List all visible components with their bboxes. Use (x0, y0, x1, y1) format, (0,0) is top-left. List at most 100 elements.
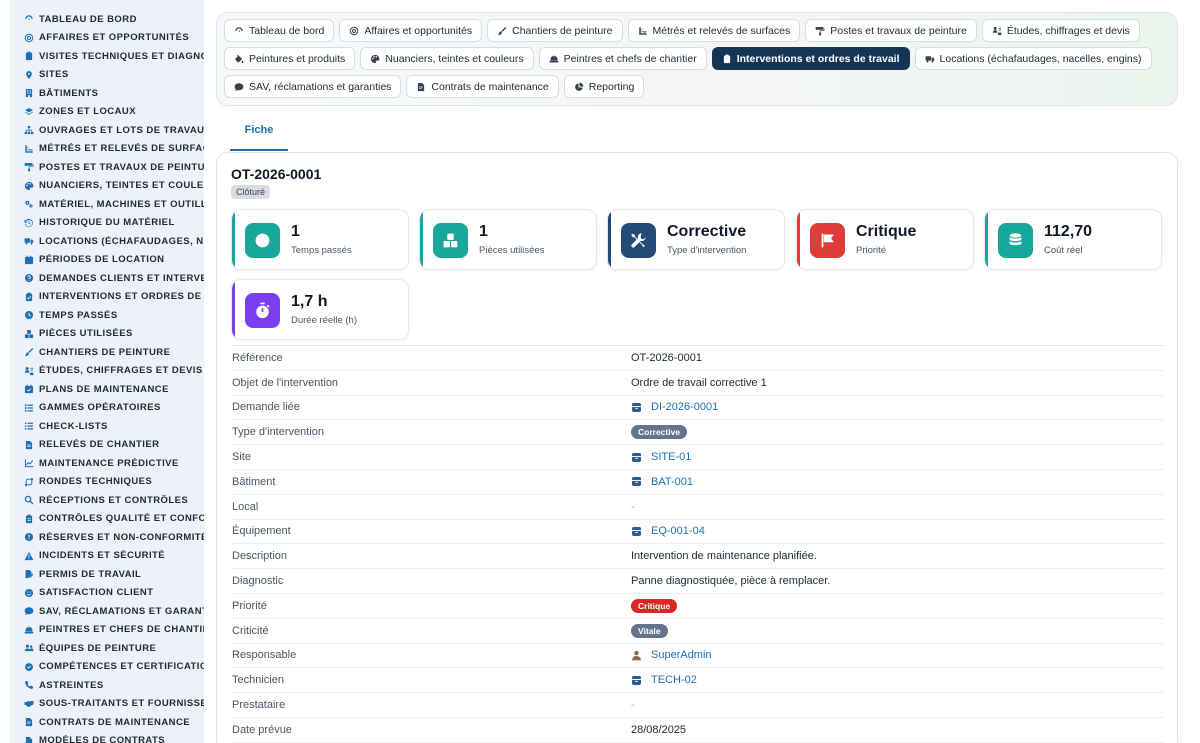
module-tab-7[interactable]: Peintures et produits (224, 47, 356, 70)
sidebar-item-33[interactable]: SAV, RÉCLAMATIONS ET GARANTIES (10, 602, 204, 621)
sidebar-item-35[interactable]: ÉQUIPES DE PEINTURE (10, 639, 204, 658)
detail-link[interactable]: SuperAdmin (631, 649, 712, 661)
sidebar-item-39[interactable]: CONTRATS DE MAINTENANCE (10, 713, 204, 732)
stat-card-2[interactable]: 1 Pièces utilisées (419, 209, 597, 270)
sidebar-item-37[interactable]: ASTREINTES (10, 676, 204, 695)
paint-brush-icon (24, 347, 34, 357)
detail-link[interactable]: EQ-001-04 (631, 525, 705, 537)
sidebar-item-17[interactable]: TEMPS PASSÉS (10, 306, 204, 325)
stat-label: Pièces utilisées (479, 245, 545, 256)
file-contract-icon (24, 717, 34, 727)
stat-card-3[interactable]: Corrective Type d'intervention (607, 209, 785, 270)
detail-link-text: SITE-01 (651, 451, 692, 464)
module-tab-11[interactable]: Locations (échafaudages, nacelles, engin… (914, 47, 1152, 70)
detail-link[interactable]: DI-2026-0001 (631, 401, 718, 413)
sidebar-item-26[interactable]: RONDES TECHNIQUES (10, 473, 204, 492)
detail-link[interactable]: SITE-01 (631, 451, 691, 463)
sidebar-item-24[interactable]: RELEVÉS DE CHANTIER (10, 436, 204, 455)
module-tabs: Tableau de bord Affaires et opportunités C… (224, 19, 1170, 98)
dashboard-icon (234, 26, 249, 36)
sidebar-item-22[interactable]: GAMMES OPÉRATOIRES (10, 399, 204, 418)
clock-icon (245, 223, 280, 258)
target-icon (349, 26, 364, 36)
certificate-icon (24, 662, 34, 672)
module-tab-8[interactable]: Nuanciers, teintes et couleurs (360, 47, 534, 70)
module-tab-10[interactable]: Interventions et ordres de travail (711, 47, 910, 70)
sidebar-item-30[interactable]: INCIDENTS ET SÉCURITÉ (10, 547, 204, 566)
sidebar-item-23[interactable]: CHECK-LISTS (10, 417, 204, 436)
tab-fiche[interactable]: Fiche (230, 124, 288, 151)
stat-card-6[interactable]: 1,7 h Durée réelle (h) (231, 279, 409, 340)
sidebar-item-5[interactable]: BÂTIMENTS (10, 84, 204, 103)
sidebar-item-40[interactable]: MODÈLES DE CONTRATS (10, 732, 204, 743)
sidebar-item-25[interactable]: MAINTENANCE PRÉDICTIVE (10, 454, 204, 473)
sidebar-item-36[interactable]: COMPÉTENCES ET CERTIFICATIONS (10, 658, 204, 677)
handshake-icon (24, 699, 34, 709)
sidebar-item-3[interactable]: VISITES TECHNIQUES ET DIAGNOSTICS (10, 47, 204, 66)
sidebar-item-28[interactable]: CONTRÔLES QUALITÉ ET CONFORMITÉ (10, 510, 204, 529)
sidebar-item-38[interactable]: SOUS-TRAITANTS ET FOURNISSEURS (10, 695, 204, 714)
file-signature-icon (24, 569, 34, 579)
detail-link[interactable]: TECH-02 (631, 674, 697, 686)
stat-card-5[interactable]: 112,70 Coût réel (984, 209, 1162, 270)
sidebar-item-label: SATISFACTION CLIENT (39, 587, 154, 599)
sidebar-item-13[interactable]: LOCATIONS (ÉCHAFAUDAGES, NACELLES, ENGIN… (10, 232, 204, 251)
paint-brush-icon (497, 26, 512, 36)
search-icon (24, 495, 34, 505)
list-ordered-icon (24, 403, 34, 413)
sidebar-item-15[interactable]: DEMANDES CLIENTS ET INTERVENTIONS (10, 269, 204, 288)
stat-card-4[interactable]: Critique Priorité (796, 209, 974, 270)
detail-value: Intervention de maintenance planifiée. (631, 550, 817, 562)
module-tab-9[interactable]: Peintres et chefs de chantier (538, 47, 707, 70)
detail-row: Objet de l'intervention Ordre de travail … (231, 371, 1164, 396)
sidebar-item-2[interactable]: AFFAIRES ET OPPORTUNITÉS (10, 29, 204, 48)
sidebar-item-label: INTERVENTIONS ET ORDRES DE TRAVAIL (39, 291, 204, 303)
module-tab-2[interactable]: Affaires et opportunités (339, 19, 483, 42)
sidebar-item-9[interactable]: POSTES ET TRAVAUX DE PEINTURE (10, 158, 204, 177)
module-tab-label: Métrés et relevés de surfaces (652, 24, 791, 37)
module-tab-12[interactable]: SAV, réclamations et garanties (224, 75, 402, 98)
sidebar-item-7[interactable]: OUVRAGES ET LOTS DE TRAVAUX (10, 121, 204, 140)
sidebar-item-14[interactable]: PÉRIODES DE LOCATION (10, 251, 204, 270)
sidebar-item-27[interactable]: RÉCEPTIONS ET CONTRÔLES (10, 491, 204, 510)
sidebar-item-31[interactable]: PERMIS DE TRAVAIL (10, 565, 204, 584)
sidebar-item-6[interactable]: ZONES ET LOCAUX (10, 103, 204, 122)
sidebar-item-4[interactable]: SITES (10, 66, 204, 85)
stat-card-1[interactable]: 1 Temps passés (231, 209, 409, 270)
truck-icon (925, 54, 940, 64)
palette-icon (370, 54, 385, 64)
sidebar-item-19[interactable]: CHANTIERS DE PEINTURE (10, 343, 204, 362)
sidebar-item-16[interactable]: INTERVENTIONS ET ORDRES DE TRAVAIL (10, 288, 204, 307)
sidebar-item-1[interactable]: TABLEAU DE BORD (10, 10, 204, 29)
module-tab-5[interactable]: Postes et travaux de peinture (805, 19, 977, 42)
sidebar: TABLEAU DE BORD AFFAIRES ET OPPORTUNITÉS V… (10, 0, 204, 743)
sidebar-item-8[interactable]: MÉTRÉS ET RELEVÉS DE SURFACES (10, 140, 204, 159)
module-tab-14[interactable]: Reporting (563, 75, 645, 98)
sidebar-item-20[interactable]: ÉTUDES, CHIFFRAGES ET DEVIS (10, 362, 204, 381)
sidebar-item-11[interactable]: MATÉRIEL, MACHINES ET OUTILLAGES (10, 195, 204, 214)
pie-chart-icon (574, 82, 589, 92)
sidebar-item-18[interactable]: PIÈCES UTILISÉES (10, 325, 204, 344)
sidebar-item-label: ÉQUIPES DE PEINTURE (39, 642, 157, 654)
detail-label: Demande liée (232, 401, 300, 414)
detail-value: Critique (631, 598, 678, 613)
sidebar-item-34[interactable]: PEINTRES ET CHEFS DE CHANTIER (10, 621, 204, 640)
sidebar-item-32[interactable]: SATISFACTION CLIENT (10, 584, 204, 603)
module-tab-6[interactable]: Études, chiffrages et devis (981, 19, 1140, 42)
module-tab-13[interactable]: Contrats de maintenance (406, 75, 559, 98)
detail-row: Date prévue 28/08/2025 (231, 718, 1164, 743)
detail-badge: Critique (631, 598, 678, 613)
palette-icon (24, 181, 34, 191)
module-tab-1[interactable]: Tableau de bord (224, 19, 335, 42)
sidebar-item-label: INCIDENTS ET SÉCURITÉ (39, 550, 166, 562)
sidebar-item-29[interactable]: RÉSERVES ET NON-CONFORMITÉS (10, 528, 204, 547)
sidebar-item-10[interactable]: NUANCIERS, TEINTES ET COULEURS (10, 177, 204, 196)
module-tab-3[interactable]: Chantiers de peinture (487, 19, 623, 42)
status-badge: Clôturé (231, 185, 271, 199)
detail-value-text: Panne diagnostiquée, pièce à remplacer. (631, 575, 831, 588)
sidebar-item-21[interactable]: PLANS DE MAINTENANCE (10, 380, 204, 399)
module-tab-4[interactable]: Métrés et relevés de surfaces (627, 19, 801, 42)
sidebar-item-12[interactable]: HISTORIQUE DU MATÉRIEL (10, 214, 204, 233)
detail-link[interactable]: BAT-001 (631, 476, 693, 488)
module-tab-label: Contrats de maintenance (431, 80, 549, 93)
